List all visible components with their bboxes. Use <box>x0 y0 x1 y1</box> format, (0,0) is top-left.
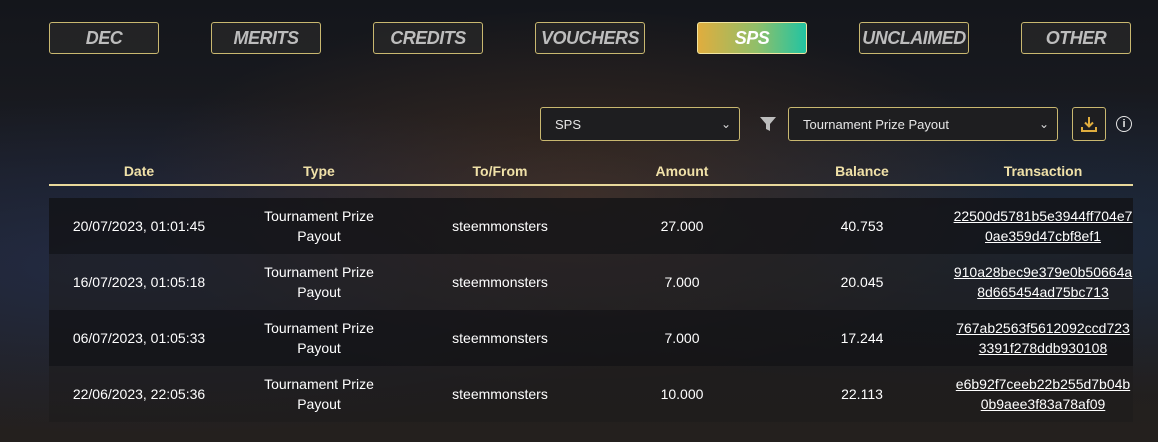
cell-date: 20/07/2023, 01:01:45 <box>72 218 206 234</box>
type-filter-value: Tournament Prize Payout <box>803 116 949 132</box>
cell-balance: 22.113 <box>841 386 883 402</box>
cell-to-from: steemmonsters <box>452 330 548 346</box>
chevron-down-icon: ⌄ <box>1038 117 1049 131</box>
download-icon <box>1081 117 1097 132</box>
currency-tabs: DEC MERITS CREDITS VOUCHERS SPS UNCLAIME… <box>49 22 1133 56</box>
cell-to-from: steemmonsters <box>452 274 548 290</box>
cell-transaction: e6b92f7ceeb22b255d7b04b0b9aee3f83a78af09 <box>953 366 1133 422</box>
tab-unclaimed[interactable]: UNCLAIMED <box>859 22 969 54</box>
header-type: Type <box>303 163 335 179</box>
table-header: Date Type To/From Amount Balance Transac… <box>49 160 1133 186</box>
token-select-value: SPS <box>555 116 582 132</box>
token-select[interactable]: SPS ⌄ <box>540 107 740 141</box>
type-filter-select[interactable]: Tournament Prize Payout ⌄ <box>788 107 1058 141</box>
header-amount: Amount <box>655 163 709 179</box>
download-button[interactable] <box>1072 107 1106 141</box>
tab-dec[interactable]: DEC <box>49 22 159 54</box>
info-icon[interactable]: i <box>1116 116 1132 132</box>
cell-date: 06/07/2023, 01:05:33 <box>72 330 206 346</box>
cell-to-from: steemmonsters <box>452 218 548 234</box>
cell-type: Tournament Prize Payout <box>264 320 374 356</box>
header-to-from: To/From <box>472 163 528 179</box>
cell-date: 16/07/2023, 01:05:18 <box>72 274 206 290</box>
transaction-link[interactable]: e6b92f7ceeb22b255d7b04b0b9aee3f83a78af09 <box>953 374 1133 414</box>
cell-balance: 40.753 <box>840 218 884 234</box>
cell-amount: 10.000 <box>660 386 704 402</box>
cell-balance: 17.244 <box>840 330 884 346</box>
transaction-link[interactable]: 910a28bec9e379e0b50664a8d665454ad75bc713 <box>953 262 1133 302</box>
cell-to-from: steemmonsters <box>452 386 548 402</box>
table-row: 16/07/2023, 01:05:18 Tournament Prize Pa… <box>49 254 1133 310</box>
header-transaction: Transaction <box>1003 163 1083 179</box>
chevron-down-icon: ⌄ <box>720 117 731 131</box>
cell-transaction: 910a28bec9e379e0b50664a8d665454ad75bc713 <box>953 254 1133 310</box>
cell-transaction: 22500d5781b5e3944ff704e70ae359d47cbf8ef1 <box>953 198 1133 254</box>
tab-merits[interactable]: MERITS <box>211 22 321 54</box>
tab-vouchers[interactable]: VOUCHERS <box>535 22 645 54</box>
tab-credits[interactable]: CREDITS <box>373 22 483 54</box>
cell-amount: 27.000 <box>660 218 704 234</box>
header-balance: Balance <box>835 163 889 179</box>
tab-sps[interactable]: SPS <box>697 22 807 54</box>
tab-other[interactable]: OTHER <box>1021 22 1131 54</box>
cell-amount: 7.000 <box>664 274 700 290</box>
filter-controls: SPS ⌄ Tournament Prize Payout ⌄ i <box>0 107 1158 141</box>
cell-amount: 7.000 <box>664 330 700 346</box>
table-row: 06/07/2023, 01:05:33 Tournament Prize Pa… <box>49 310 1133 366</box>
table-row: 22/06/2023, 22:05:36 Tournament Prize Pa… <box>49 366 1133 422</box>
header-date: Date <box>123 163 155 179</box>
cell-type: Tournament Prize Payout <box>264 264 374 300</box>
cell-date: 22/06/2023, 22:05:36 <box>72 386 206 402</box>
filter-icon[interactable] <box>759 115 777 133</box>
cell-type: Tournament Prize Payout <box>264 376 374 412</box>
transaction-link[interactable]: 767ab2563f5612092ccd7233391f278ddb930108 <box>953 318 1133 358</box>
transactions-table: Date Type To/From Amount Balance Transac… <box>49 160 1133 422</box>
cell-transaction: 767ab2563f5612092ccd7233391f278ddb930108 <box>953 310 1133 366</box>
table-row: 20/07/2023, 01:01:45 Tournament Prize Pa… <box>49 198 1133 254</box>
cell-type: Tournament Prize Payout <box>264 208 374 244</box>
cell-balance: 20.045 <box>840 274 884 290</box>
transaction-link[interactable]: 22500d5781b5e3944ff704e70ae359d47cbf8ef1 <box>953 206 1133 246</box>
